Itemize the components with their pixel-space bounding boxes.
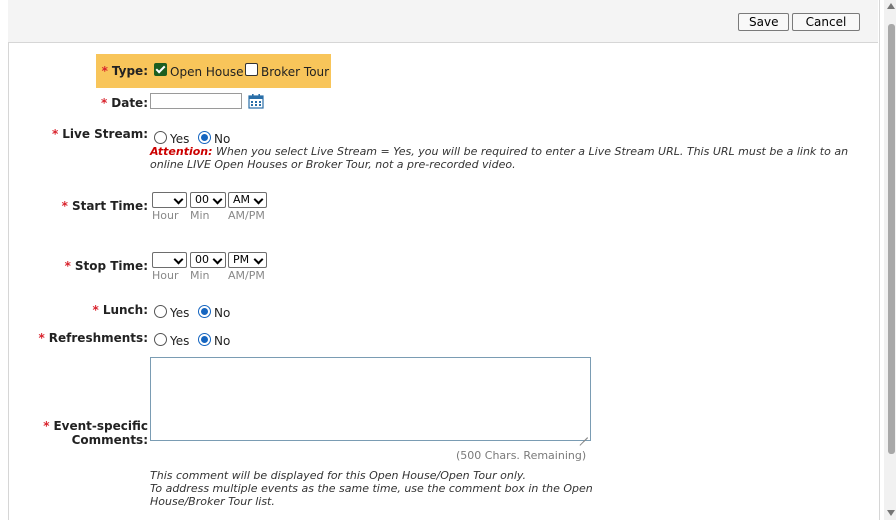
live-stream-attention: Attention: When you select Live Stream =… [150, 145, 860, 171]
comments-note: This comment will be displayed for this … [150, 469, 593, 508]
lunch-yes-radio[interactable] [154, 305, 167, 318]
refreshments-yes-label: Yes [170, 334, 190, 348]
comments-label: * Event-specific Comments: [43, 419, 148, 447]
chevron-down-icon [212, 254, 223, 265]
refreshments-label: * Refreshments: [38, 331, 149, 345]
chevron-down-icon [253, 254, 264, 265]
cancel-button[interactable]: Cancel [792, 13, 860, 31]
live-stream-yes-radio[interactable] [154, 131, 167, 144]
lunch-no-label: No [214, 306, 231, 320]
calendar-icon[interactable] [248, 93, 264, 109]
lunch-no-radio[interactable] [198, 305, 211, 318]
start-ampm-caption: AM/PM [228, 209, 265, 222]
live-stream-yes-label: Yes [170, 132, 190, 146]
open-house-checkbox[interactable] [154, 63, 167, 76]
chevron-down-icon [173, 254, 184, 265]
open-house-label: Open House [170, 65, 244, 79]
lunch-yes-label: Yes [170, 306, 190, 320]
live-stream-no-label: No [214, 132, 231, 146]
start-hour-select[interactable] [152, 192, 187, 208]
date-input[interactable] [150, 93, 242, 109]
scroll-down-arrow-icon[interactable] [887, 510, 895, 516]
refreshments-yes-radio[interactable] [154, 333, 167, 346]
stop-hour-caption: Hour [152, 269, 179, 282]
live-stream-no-radio[interactable] [198, 131, 211, 144]
broker-tour-label: Broker Tour [261, 65, 330, 79]
live-stream-label: * Live Stream: [51, 127, 148, 141]
stop-min-caption: Min [190, 269, 210, 282]
stop-min-select[interactable]: 00 [190, 252, 226, 268]
scroll-up-arrow-icon[interactable] [887, 3, 895, 9]
start-hour-caption: Hour [152, 209, 179, 222]
type-label: * Type: [101, 64, 148, 78]
comments-textarea[interactable] [150, 357, 591, 441]
stop-hour-select[interactable] [152, 252, 187, 268]
start-min-caption: Min [190, 209, 210, 222]
chars-remaining: (500 Chars. Remaining) [456, 449, 587, 462]
broker-tour-checkbox[interactable] [245, 63, 258, 76]
attention-text: When you select Live Stream = Yes, you w… [150, 145, 849, 171]
chevron-down-icon [253, 194, 264, 205]
attention-label: Attention: [150, 145, 213, 158]
chevron-down-icon [212, 194, 223, 205]
start-ampm-select[interactable]: AM [228, 192, 267, 208]
save-button[interactable]: Save [738, 13, 789, 31]
refreshments-no-label: No [214, 334, 231, 348]
stop-ampm-select[interactable]: PM [228, 252, 267, 268]
lunch-label: * Lunch: [92, 303, 148, 317]
start-time-label: * Start Time: [61, 199, 148, 213]
refreshments-no-radio[interactable] [198, 333, 211, 346]
date-label: * Date: [100, 96, 148, 110]
resize-grip-icon[interactable] [580, 430, 588, 438]
stop-time-label: * Stop Time: [64, 259, 148, 273]
chevron-down-icon [173, 194, 184, 205]
stop-ampm-caption: AM/PM [228, 269, 265, 282]
start-min-select[interactable]: 00 [190, 192, 226, 208]
scrollbar-thumb[interactable] [888, 24, 895, 454]
